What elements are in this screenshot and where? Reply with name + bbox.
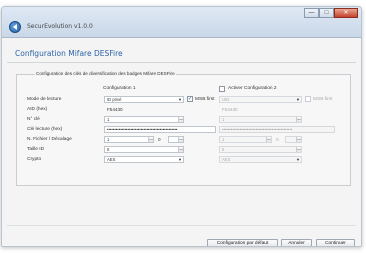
taille-input-1[interactable]: 5 <box>104 146 184 153</box>
decalage-input-1[interactable] <box>168 136 184 143</box>
fichier-input-2[interactable]: 1 <box>219 136 272 143</box>
chevron-down-icon: ▼ <box>178 157 182 162</box>
fichier-value-1: 1 <box>107 137 110 142</box>
chevron-down-icon: ▼ <box>296 157 300 162</box>
mode-lecture-select-1[interactable]: ID privé ▼ <box>104 96 184 103</box>
crypto-select-1[interactable]: AES ▼ <box>104 156 184 163</box>
spinner-icon[interactable] <box>178 147 183 152</box>
decalage-input-2[interactable] <box>285 136 302 143</box>
crypto-value-2: AES <box>222 157 231 162</box>
footer-divider <box>7 225 356 226</box>
close-button[interactable]: ✕ <box>334 8 358 18</box>
mode-lecture-value-2: UID <box>222 97 230 102</box>
taille-value-2: 5 <box>222 147 225 152</box>
mode-lecture-label: Mode de lecture <box>27 97 62 102</box>
no-cle-value-2: 1 <box>222 117 225 122</box>
taille-value-1: 5 <box>107 147 110 152</box>
window-controls: — □ ✕ <box>304 8 358 18</box>
maximize-button[interactable]: □ <box>319 8 334 18</box>
spinner-icon[interactable] <box>296 117 301 122</box>
default-config-button[interactable]: Configuration par défaut <box>207 239 278 246</box>
minimize-button[interactable]: — <box>304 8 319 18</box>
mode-lecture-value-1: ID privé <box>107 97 122 102</box>
title-bar: SecurEvolution v1.0.0 — □ ✕ <box>2 7 361 38</box>
cle-lecture-value-2: ••••••••••••••••••••••••••••••••••••••••… <box>222 127 293 132</box>
cancel-button[interactable]: Annuler <box>281 239 312 246</box>
chevron-down-icon: ▼ <box>178 97 182 102</box>
crypto-value-1: AES <box>107 157 116 162</box>
aid-value-2: F54430 <box>222 107 238 112</box>
cle-lecture-label: Clé lecture (hex) <box>27 127 63 132</box>
crypto-select-2[interactable]: AES ▼ <box>219 156 302 163</box>
crypto-label: Crypto <box>27 157 42 162</box>
activate-config2-label: Activer Configuration 2 <box>228 86 277 91</box>
spinner-icon[interactable] <box>178 117 183 122</box>
window-title: SecurEvolution v1.0.0 <box>27 23 93 30</box>
mode-lecture-select-2[interactable]: UID ▼ <box>219 96 302 103</box>
aid-label: AID (hex) <box>27 107 48 112</box>
spinner-icon[interactable] <box>296 137 301 142</box>
cle-lecture-input-1[interactable]: ••••••••••••••••••••••••••••••••••••••••… <box>104 126 216 133</box>
msb-first-checkbox-1[interactable]: ✓ <box>187 96 193 102</box>
activate-config2-checkbox[interactable] <box>219 86 225 92</box>
page-title: Configuration Mifare DESFire <box>15 49 123 58</box>
config1-header: Configuration 1 <box>103 86 136 91</box>
decalage-value-1: 0 <box>158 137 161 142</box>
fichier-value-2: 1 <box>222 137 225 142</box>
decalage-value-2: 0 <box>276 137 279 142</box>
msb-first-label-1: MSB first <box>195 97 215 102</box>
no-cle-input-1[interactable]: 1 <box>104 116 184 123</box>
spinner-icon[interactable] <box>296 147 301 152</box>
msb-first-label-2: MSB first <box>313 97 333 102</box>
no-cle-value-1: 1 <box>107 117 110 122</box>
back-arrow-icon[interactable] <box>9 21 21 33</box>
taille-input-2[interactable]: 5 <box>219 146 302 153</box>
title-divider <box>7 62 356 63</box>
cle-lecture-input-2[interactable]: ••••••••••••••••••••••••••••••••••••••••… <box>219 126 335 133</box>
app-window: SecurEvolution v1.0.0 — □ ✕ Configuratio… <box>1 6 362 247</box>
spinner-icon[interactable] <box>178 137 183 142</box>
no-cle-input-2[interactable]: 1 <box>219 116 302 123</box>
taille-label: Taille ID <box>27 147 45 152</box>
spinner-icon[interactable] <box>266 137 271 142</box>
msb-first-checkbox-2[interactable] <box>305 96 311 102</box>
fichier-label: N. Fichier / Décalage <box>27 137 72 142</box>
fichier-input-1[interactable]: 1 <box>104 136 154 143</box>
aid-value-1: F54430 <box>107 107 123 112</box>
group-legend: Configuration des clés de diversificatio… <box>35 71 176 76</box>
main-content: Configuration Mifare DESFire Configurati… <box>2 38 361 246</box>
spinner-icon[interactable] <box>148 137 153 142</box>
no-cle-label: N° clé <box>27 117 40 122</box>
cle-lecture-value-1: ••••••••••••••••••••••••••••••••••••••••… <box>107 127 178 132</box>
chevron-down-icon: ▼ <box>296 97 300 102</box>
continue-button[interactable]: Continuer <box>316 239 355 246</box>
